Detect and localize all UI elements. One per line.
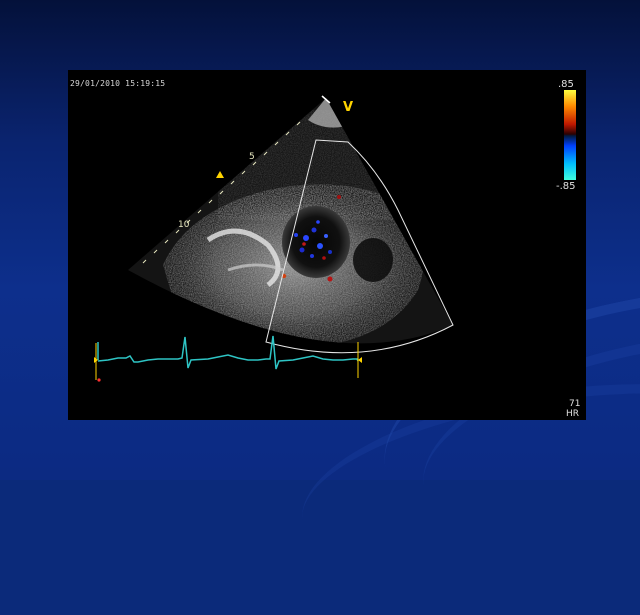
echocardiogram-image: 29/01/2010 15:19:15 .85 -.85 V 5 10 71 H…	[68, 70, 586, 420]
color-scale-max: .85	[558, 79, 574, 90]
timestamp: 29/01/2010 15:19:15	[70, 79, 166, 88]
heart-rate-label: HR	[566, 409, 580, 419]
depth-label-10: 10	[178, 220, 190, 230]
color-scale-bar	[564, 90, 576, 180]
color-scale-min: -.85	[556, 181, 576, 192]
ecg-trace	[94, 335, 362, 382]
ultrasound-scan	[94, 95, 454, 382]
depth-label-5: 5	[249, 152, 255, 162]
orientation-marker: V	[343, 100, 354, 115]
heart-rate-value: 71	[569, 399, 581, 409]
focus-marker-icon	[216, 171, 224, 178]
